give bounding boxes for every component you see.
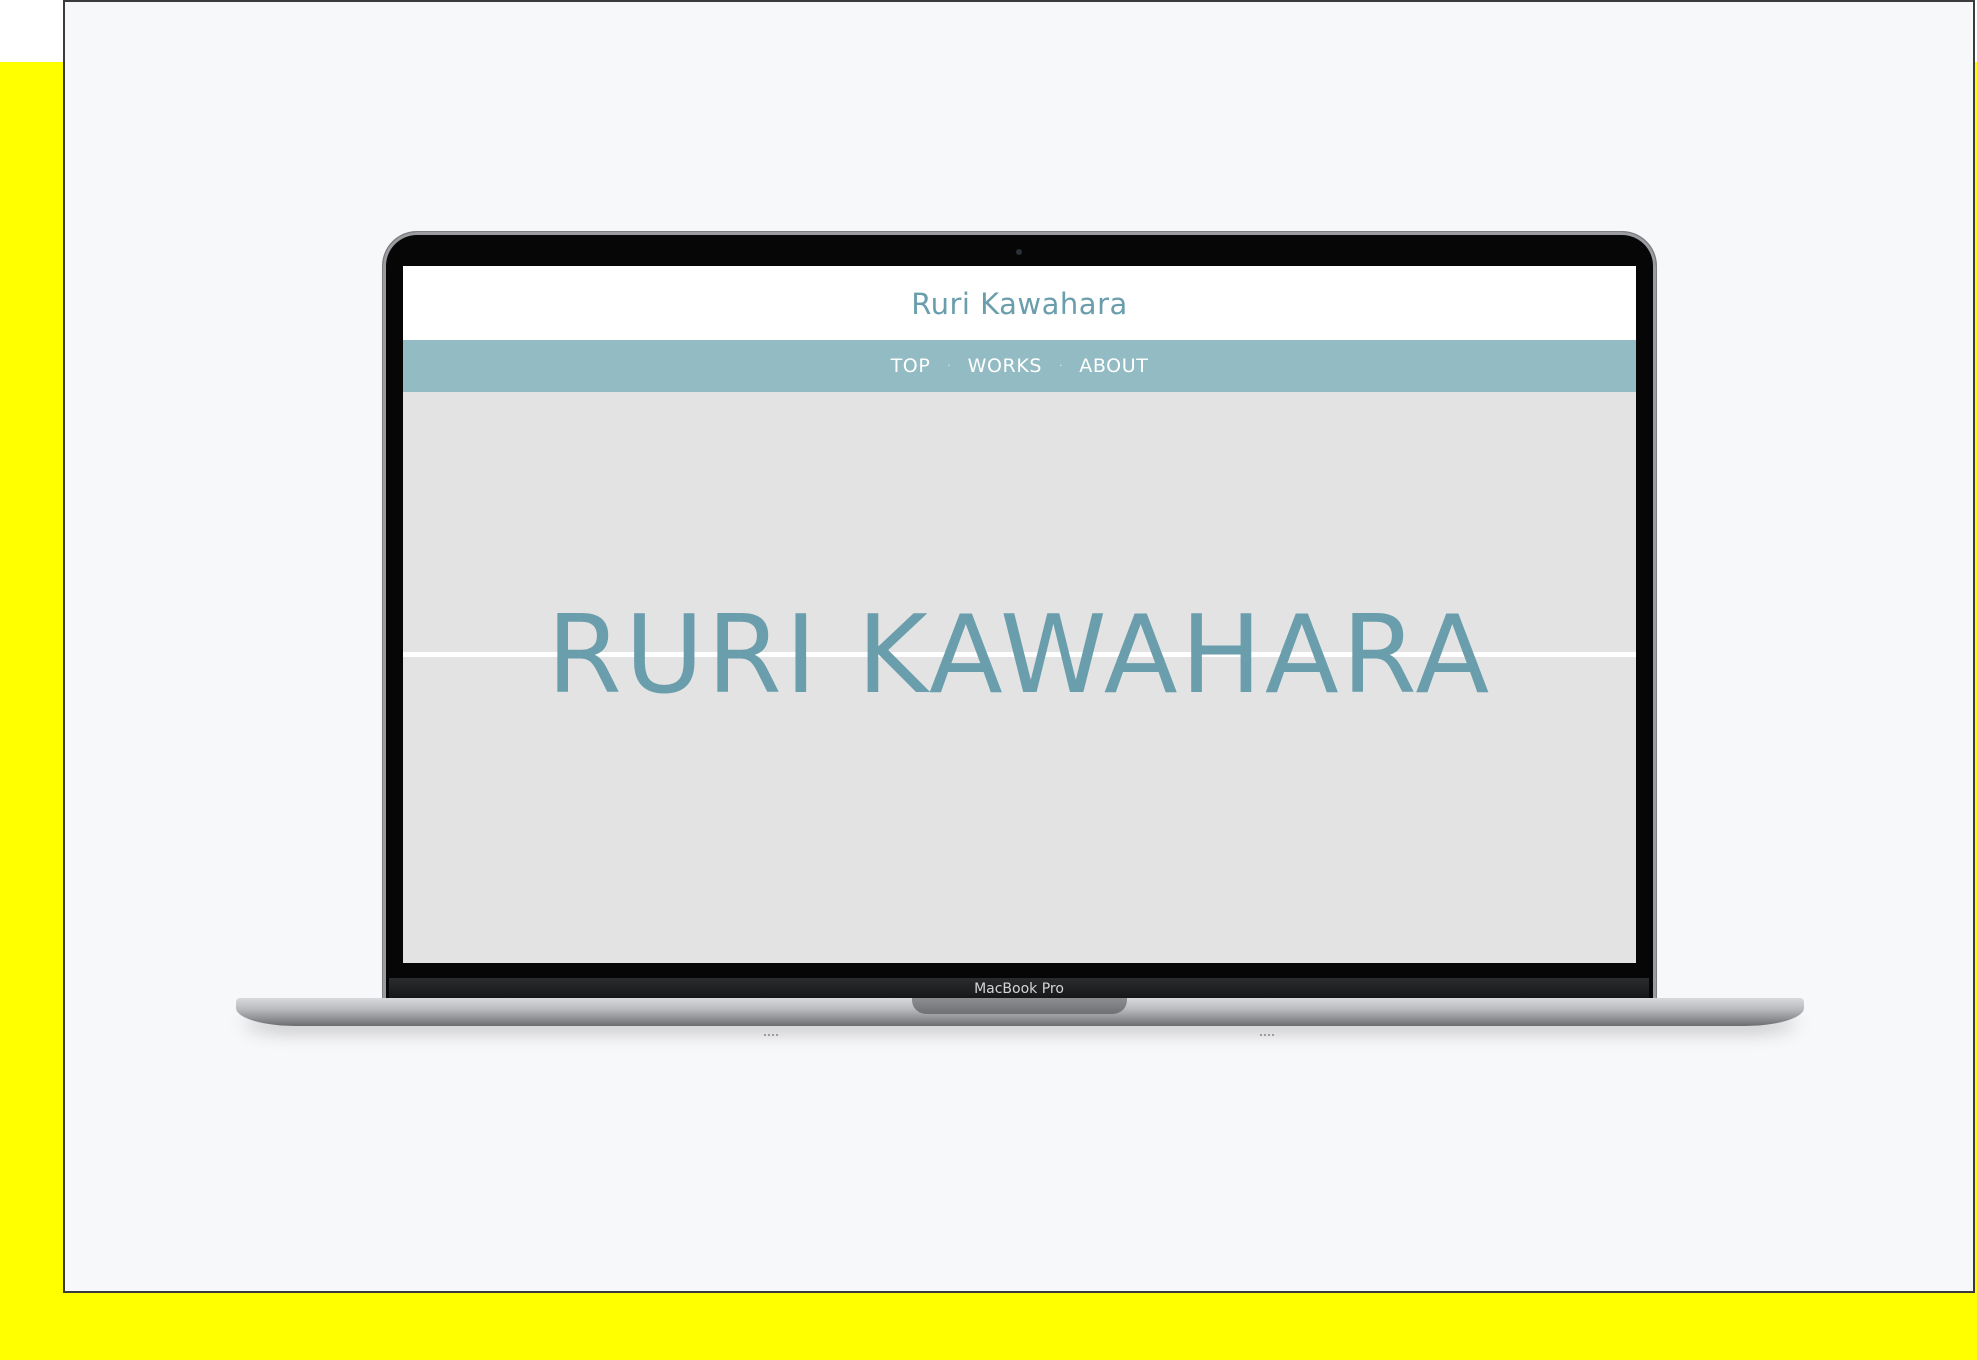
nav-link-top[interactable]: TOP	[891, 355, 931, 377]
presentation-stage: Ruri Kawahara TOP · WORKS · ABOUT RURI K…	[0, 0, 1977, 1360]
nav-link-works[interactable]: WORKS	[968, 355, 1042, 377]
laptop-screen: Ruri Kawahara TOP · WORKS · ABOUT RURI K…	[403, 266, 1636, 963]
nav-separator: ·	[1059, 360, 1063, 372]
site-header: Ruri Kawahara	[403, 266, 1636, 340]
nav-separator: ·	[947, 360, 951, 372]
device-model-label: MacBook Pro	[974, 981, 1064, 997]
nav-link-about[interactable]: ABOUT	[1079, 355, 1148, 377]
site-title[interactable]: Ruri Kawahara	[911, 287, 1128, 321]
hero-title: RURI KAWAHARA	[546, 593, 1493, 718]
site-nav: TOP · WORKS · ABOUT	[403, 340, 1636, 392]
laptop-opening-notch	[912, 998, 1127, 1014]
speaker-vent-right	[1260, 1034, 1274, 1036]
camera-icon	[1016, 249, 1022, 255]
speaker-vent-left	[764, 1034, 778, 1036]
